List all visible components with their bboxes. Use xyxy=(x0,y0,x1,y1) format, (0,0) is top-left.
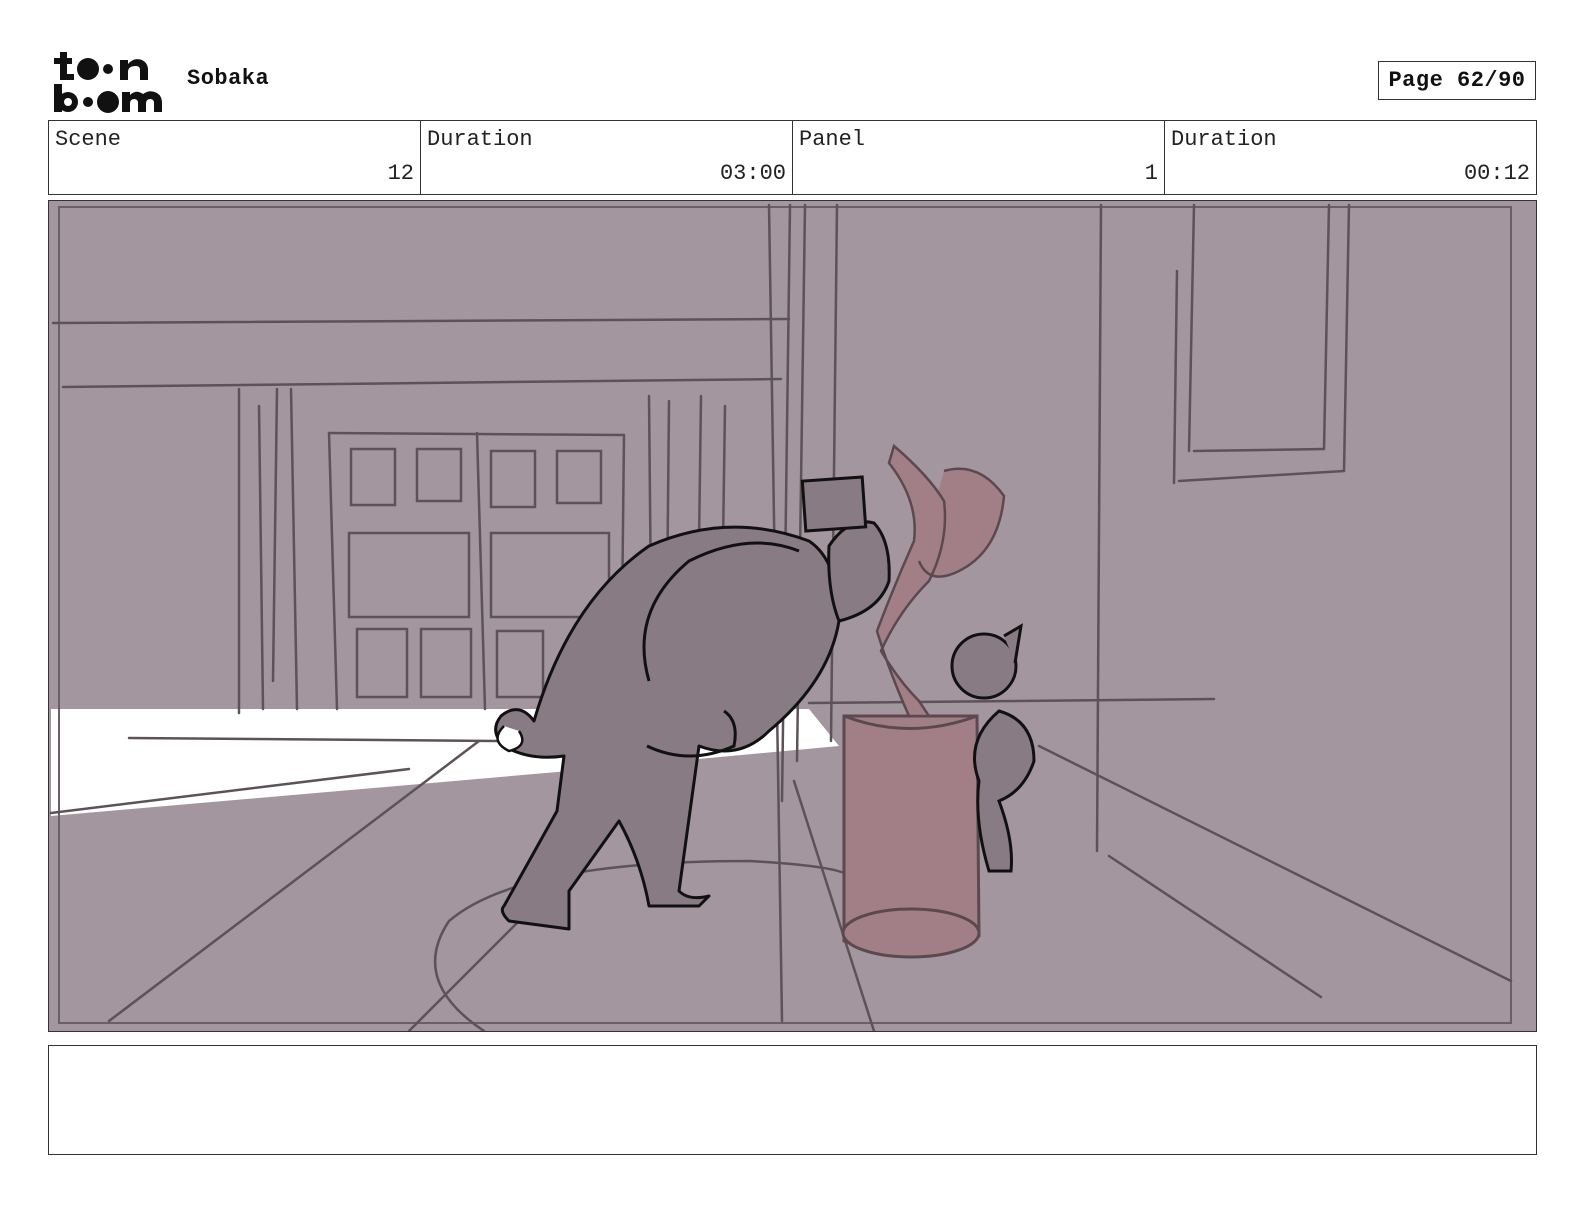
panel-duration-value: 00:12 xyxy=(1463,161,1530,186)
toon-boom-logo xyxy=(50,48,165,114)
panel-sketch xyxy=(49,201,1536,1031)
panel-value: 1 xyxy=(1144,161,1158,186)
scene-value: 12 xyxy=(387,161,414,186)
scene-info-table: Scene 12 Duration 03:00 Panel 1 Duration… xyxy=(48,120,1537,195)
panel-duration-cell: Duration 00:12 xyxy=(1165,121,1536,194)
panel-cell: Panel 1 xyxy=(793,121,1165,194)
scene-duration-cell: Duration 03:00 xyxy=(421,121,793,194)
cylinder-prop xyxy=(841,714,981,959)
panel-notes xyxy=(48,1045,1537,1155)
storyboard-panel xyxy=(48,200,1537,1032)
page-indicator: Page 62/90 xyxy=(1378,61,1536,100)
panel-label: Panel xyxy=(799,127,866,152)
scene-cell: Scene 12 xyxy=(49,121,421,194)
project-title: Sobaka xyxy=(187,66,270,91)
panel-duration-label: Duration xyxy=(1171,127,1277,152)
scene-duration-label: Duration xyxy=(427,127,533,152)
scene-label: Scene xyxy=(55,127,122,152)
scene-duration-value: 03:00 xyxy=(719,161,786,186)
